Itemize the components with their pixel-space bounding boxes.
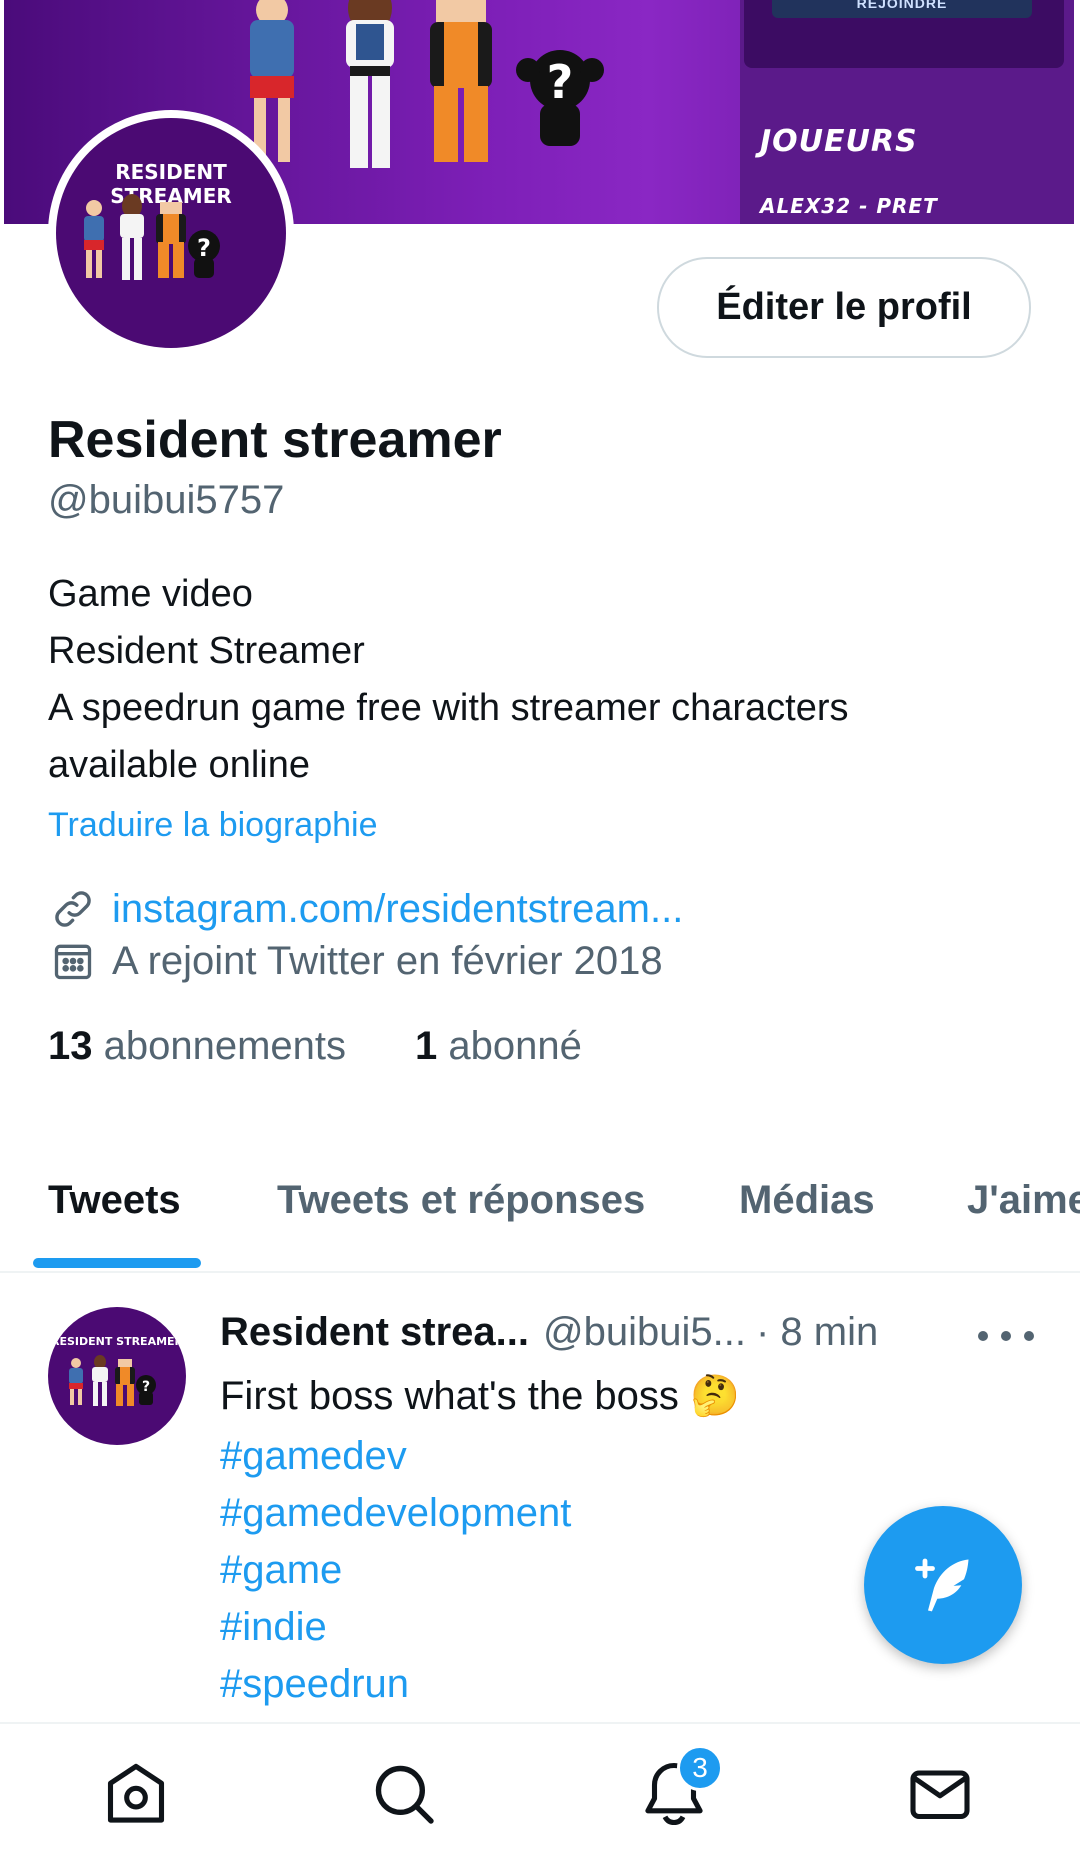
tweet-header: Resident strea... @buibui5... · 8 min — [220, 1310, 878, 1355]
home-icon — [107, 1763, 165, 1823]
profile-joined-row: A rejoint Twitter en février 2018 — [48, 936, 663, 986]
tab-likes[interactable]: J'aime — [967, 1178, 1080, 1223]
profile-handle: @buibui5757 — [48, 478, 285, 522]
tweet-hashtags: #gamedev #gamedevelopment #game #indie #… — [220, 1428, 571, 1713]
more-options-icon[interactable] — [978, 1316, 1034, 1356]
banner-join-label: REJOINDRE — [856, 0, 948, 11]
banner-characters-art: ? — [230, 0, 650, 185]
svg-text:?: ? — [547, 55, 574, 109]
tweet-author-handle[interactable]: @buibui5... — [543, 1310, 746, 1354]
banner-edge — [0, 0, 4, 224]
profile-website-row[interactable]: instagram.com/residentstream... — [48, 884, 683, 934]
edit-profile-button[interactable]: Éditer le profil — [657, 257, 1031, 358]
followers-count: 1 — [415, 1024, 438, 1068]
following-label: abonnements — [103, 1024, 347, 1068]
avatar-characters-art: ? — [84, 194, 220, 280]
search-icon — [375, 1765, 434, 1824]
tweet-author-name[interactable]: Resident strea... — [220, 1310, 529, 1354]
bio-line: A speedrun game free with streamer chara… — [48, 687, 849, 729]
hashtag-link[interactable]: #gamedev — [220, 1428, 571, 1485]
tweet-avatar[interactable]: RESIDENT STREAMER ? — [48, 1307, 186, 1445]
banner-edge — [1074, 0, 1080, 224]
followers-count-link[interactable]: 1 abonné — [415, 1024, 582, 1069]
followers-label: abonné — [448, 1024, 582, 1068]
compose-tweet-button[interactable] — [864, 1506, 1022, 1664]
bio-line: Resident Streamer — [48, 630, 365, 672]
hashtag-link[interactable]: #indie — [220, 1599, 571, 1656]
nav-messages[interactable] — [880, 1724, 1000, 1864]
tweet-text: First boss what's the boss 🤔 — [220, 1372, 740, 1419]
bio-line: Game video — [48, 573, 253, 615]
tab-media[interactable]: Médias — [739, 1178, 875, 1223]
calendar-icon — [48, 936, 98, 986]
nav-home[interactable] — [76, 1724, 196, 1864]
banner-players-label: JOUEURS — [760, 124, 918, 159]
banner-player-status: ALEX32 - PRET — [760, 194, 938, 218]
profile-tabs: Tweets Tweets et réponses Médias J'aime — [0, 1160, 1080, 1270]
divider — [0, 1271, 1080, 1273]
notification-badge: 3 — [677, 1745, 723, 1791]
bio-line: available online — [48, 744, 310, 786]
hashtag-link[interactable]: #game — [220, 1542, 571, 1599]
profile-name: Resident streamer — [48, 411, 502, 469]
tweet-avatar-art: ? — [69, 1355, 156, 1406]
profile-avatar[interactable]: RESIDENT STREAMER ? — [56, 118, 286, 348]
profile-bio: Game video Resident Streamer A speedrun … — [48, 566, 1028, 794]
active-tab-indicator — [33, 1258, 201, 1268]
tab-tweets[interactable]: Tweets — [48, 1178, 181, 1223]
banner-join-button: REJOINDRE — [772, 0, 1032, 18]
svg-text:?: ? — [142, 1379, 150, 1395]
bottom-navigation — [0, 1724, 1080, 1864]
translate-bio-link[interactable]: Traduire la biographie — [48, 806, 378, 845]
profile-joined-date: A rejoint Twitter en février 2018 — [112, 938, 663, 983]
tweet-body: First boss what's the boss — [220, 1374, 679, 1418]
tweet-timestamp[interactable]: · 8 min — [756, 1310, 878, 1354]
profile-website-link[interactable]: instagram.com/residentstream... — [112, 887, 683, 932]
hashtag-link[interactable]: #speedrun — [220, 1656, 571, 1713]
hashtag-link[interactable]: #gamedevelopment — [220, 1485, 571, 1542]
following-count: 13 — [48, 1024, 93, 1068]
tab-tweets-and-replies[interactable]: Tweets et réponses — [277, 1178, 645, 1223]
link-icon — [48, 884, 98, 934]
nav-search[interactable] — [344, 1724, 464, 1864]
following-count-link[interactable]: 13 abonnements — [48, 1024, 346, 1069]
nav-notifications[interactable] — [614, 1724, 734, 1864]
compose-quill-icon — [915, 1558, 969, 1612]
svg-text:?: ? — [197, 234, 211, 262]
thinking-face-emoji: 🤔 — [690, 1374, 740, 1418]
messages-icon — [910, 1770, 970, 1820]
